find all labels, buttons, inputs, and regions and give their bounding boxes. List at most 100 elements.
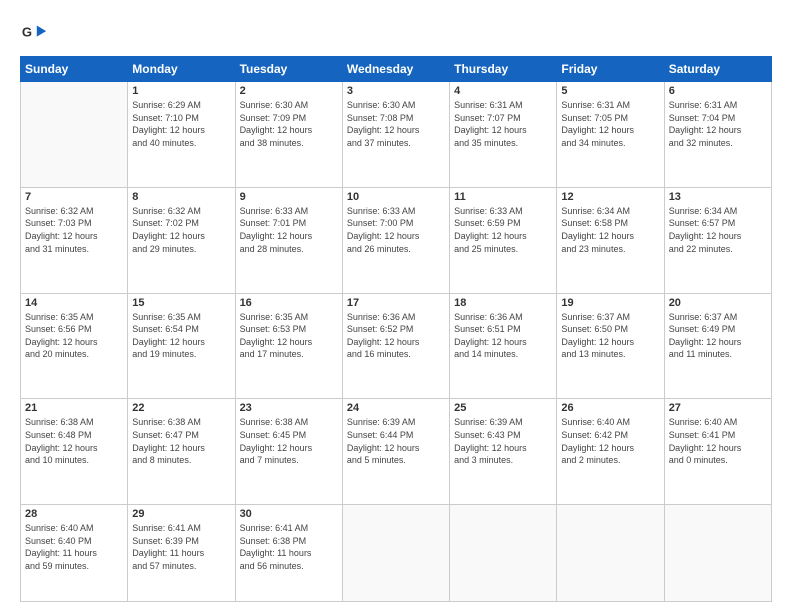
day-number: 22 — [132, 402, 230, 414]
weekday-header-sunday: Sunday — [21, 57, 128, 82]
day-info: Sunrise: 6:35 AM Sunset: 6:56 PM Dayligh… — [25, 311, 123, 361]
calendar-cell: 2Sunrise: 6:30 AM Sunset: 7:09 PM Daylig… — [235, 82, 342, 188]
day-number: 26 — [561, 402, 659, 414]
day-number: 3 — [347, 85, 445, 97]
day-number: 7 — [25, 191, 123, 203]
day-number: 9 — [240, 191, 338, 203]
calendar-cell: 30Sunrise: 6:41 AM Sunset: 6:38 PM Dayli… — [235, 505, 342, 602]
day-number: 13 — [669, 191, 767, 203]
day-info: Sunrise: 6:36 AM Sunset: 6:52 PM Dayligh… — [347, 311, 445, 361]
calendar-cell: 24 Sunrise: 6:39 AM Sunset: 6:44 PM Dayli… — [342, 399, 449, 505]
day-info: Sunrise: 6:37 AM Sunset: 6:50 PM Dayligh… — [561, 311, 659, 361]
calendar-cell: 21 Sunrise: 6:38 AM Sunset: 6:48 PM Dayli… — [21, 399, 128, 505]
day-number: 24 — [347, 402, 445, 414]
day-info: Sunrise: 6:41 AM Sunset: 6:38 PM Dayligh… — [240, 522, 338, 572]
logo: G — [20, 18, 52, 46]
day-number: 14 — [25, 297, 123, 309]
day-info: Sunrise: 6:38 AM Sunset: 6:45 PM Dayligh… — [240, 416, 338, 466]
day-info: Sunrise: 6:33 AM Sunset: 7:01 PM Dayligh… — [240, 205, 338, 255]
weekday-header-tuesday: Tuesday — [235, 57, 342, 82]
calendar-cell: 10 Sunrise: 6:33 AM Sunset: 7:00 PM Dayli… — [342, 187, 449, 293]
calendar-cell: 17 Sunrise: 6:36 AM Sunset: 6:52 PM Dayli… — [342, 293, 449, 399]
calendar-cell: 5Sunrise: 6:31 AM Sunset: 7:05 PM Daylig… — [557, 82, 664, 188]
day-info: Sunrise: 6:38 AM Sunset: 6:47 PM Dayligh… — [132, 416, 230, 466]
calendar-cell: 29 Sunrise: 6:41 AM Sunset: 6:39 PM Dayli… — [128, 505, 235, 602]
calendar-cell: 3 Sunrise: 6:30 AM Sunset: 7:08 PM Daylig… — [342, 82, 449, 188]
calendar-cell: 16 Sunrise: 6:35 AM Sunset: 6:53 PM Dayli… — [235, 293, 342, 399]
logo-icon: G — [20, 18, 48, 46]
day-number: 10 — [347, 191, 445, 203]
day-info: Sunrise: 6:36 AM Sunset: 6:51 PM Dayligh… — [454, 311, 552, 361]
day-info: Sunrise: 6:30 AM Sunset: 7:09 PM Dayligh… — [240, 99, 338, 149]
day-number: 19 — [561, 297, 659, 309]
calendar-cell: 27 Sunrise: 6:40 AM Sunset: 6:41 PM Dayli… — [664, 399, 771, 505]
day-info: Sunrise: 6:32 AM Sunset: 7:02 PM Dayligh… — [132, 205, 230, 255]
calendar-cell: 23 Sunrise: 6:38 AM Sunset: 6:45 PM Dayli… — [235, 399, 342, 505]
day-info: Sunrise: 6:41 AM Sunset: 6:39 PM Dayligh… — [132, 522, 230, 572]
calendar-cell: 9 Sunrise: 6:33 AM Sunset: 7:01 PM Daylig… — [235, 187, 342, 293]
weekday-header-wednesday: Wednesday — [342, 57, 449, 82]
calendar-cell: 25Sunrise: 6:39 AM Sunset: 6:43 PM Dayli… — [450, 399, 557, 505]
day-number: 1 — [132, 85, 230, 97]
calendar-table: SundayMondayTuesdayWednesdayThursdayFrid… — [20, 56, 772, 602]
day-number: 6 — [669, 85, 767, 97]
weekday-header-saturday: Saturday — [664, 57, 771, 82]
day-info: Sunrise: 6:37 AM Sunset: 6:49 PM Dayligh… — [669, 311, 767, 361]
day-info: Sunrise: 6:33 AM Sunset: 6:59 PM Dayligh… — [454, 205, 552, 255]
day-info: Sunrise: 6:40 AM Sunset: 6:42 PM Dayligh… — [561, 416, 659, 466]
calendar-cell: 12Sunrise: 6:34 AM Sunset: 6:58 PM Dayli… — [557, 187, 664, 293]
day-info: Sunrise: 6:35 AM Sunset: 6:53 PM Dayligh… — [240, 311, 338, 361]
weekday-header-monday: Monday — [128, 57, 235, 82]
calendar-cell: 20Sunrise: 6:37 AM Sunset: 6:49 PM Dayli… — [664, 293, 771, 399]
day-number: 18 — [454, 297, 552, 309]
day-info: Sunrise: 6:35 AM Sunset: 6:54 PM Dayligh… — [132, 311, 230, 361]
day-info: Sunrise: 6:40 AM Sunset: 6:41 PM Dayligh… — [669, 416, 767, 466]
day-info: Sunrise: 6:32 AM Sunset: 7:03 PM Dayligh… — [25, 205, 123, 255]
day-info: Sunrise: 6:40 AM Sunset: 6:40 PM Dayligh… — [25, 522, 123, 572]
day-number: 29 — [132, 508, 230, 520]
calendar-cell: 18 Sunrise: 6:36 AM Sunset: 6:51 PM Dayli… — [450, 293, 557, 399]
day-info: Sunrise: 6:39 AM Sunset: 6:43 PM Dayligh… — [454, 416, 552, 466]
week-row-3: 21 Sunrise: 6:38 AM Sunset: 6:48 PM Dayli… — [21, 399, 772, 505]
week-row-2: 14 Sunrise: 6:35 AM Sunset: 6:56 PM Dayli… — [21, 293, 772, 399]
page: G SundayMondayTuesdayWednesdayThursdayFr… — [0, 0, 792, 612]
day-number: 21 — [25, 402, 123, 414]
day-number: 12 — [561, 191, 659, 203]
calendar-cell: 19 Sunrise: 6:37 AM Sunset: 6:50 PM Dayli… — [557, 293, 664, 399]
day-info: Sunrise: 6:29 AM Sunset: 7:10 PM Dayligh… — [132, 99, 230, 149]
day-info: Sunrise: 6:33 AM Sunset: 7:00 PM Dayligh… — [347, 205, 445, 255]
calendar-cell: 15 Sunrise: 6:35 AM Sunset: 6:54 PM Dayli… — [128, 293, 235, 399]
calendar-cell: 1 Sunrise: 6:29 AM Sunset: 7:10 PM Daylig… — [128, 82, 235, 188]
day-number: 15 — [132, 297, 230, 309]
weekday-header-friday: Friday — [557, 57, 664, 82]
calendar-cell: 11 Sunrise: 6:33 AM Sunset: 6:59 PM Dayli… — [450, 187, 557, 293]
week-row-1: 7 Sunrise: 6:32 AM Sunset: 7:03 PM Daylig… — [21, 187, 772, 293]
day-info: Sunrise: 6:31 AM Sunset: 7:05 PM Dayligh… — [561, 99, 659, 149]
day-number: 4 — [454, 85, 552, 97]
svg-text:G: G — [22, 25, 32, 40]
day-number: 16 — [240, 297, 338, 309]
calendar-cell: 7 Sunrise: 6:32 AM Sunset: 7:03 PM Daylig… — [21, 187, 128, 293]
day-info: Sunrise: 6:38 AM Sunset: 6:48 PM Dayligh… — [25, 416, 123, 466]
day-number: 28 — [25, 508, 123, 520]
day-info: Sunrise: 6:30 AM Sunset: 7:08 PM Dayligh… — [347, 99, 445, 149]
calendar-cell — [450, 505, 557, 602]
week-row-4: 28 Sunrise: 6:40 AM Sunset: 6:40 PM Dayli… — [21, 505, 772, 602]
weekday-header-thursday: Thursday — [450, 57, 557, 82]
day-number: 23 — [240, 402, 338, 414]
day-number: 11 — [454, 191, 552, 203]
calendar-cell: 8Sunrise: 6:32 AM Sunset: 7:02 PM Daylig… — [128, 187, 235, 293]
day-info: Sunrise: 6:34 AM Sunset: 6:57 PM Dayligh… — [669, 205, 767, 255]
day-number: 17 — [347, 297, 445, 309]
calendar-cell: 4 Sunrise: 6:31 AM Sunset: 7:07 PM Daylig… — [450, 82, 557, 188]
day-info: Sunrise: 6:31 AM Sunset: 7:07 PM Dayligh… — [454, 99, 552, 149]
calendar-cell: 6Sunrise: 6:31 AM Sunset: 7:04 PM Daylig… — [664, 82, 771, 188]
day-number: 27 — [669, 402, 767, 414]
calendar-cell — [342, 505, 449, 602]
weekday-header-row: SundayMondayTuesdayWednesdayThursdayFrid… — [21, 57, 772, 82]
calendar-cell — [21, 82, 128, 188]
calendar-cell: 28 Sunrise: 6:40 AM Sunset: 6:40 PM Dayli… — [21, 505, 128, 602]
day-info: Sunrise: 6:39 AM Sunset: 6:44 PM Dayligh… — [347, 416, 445, 466]
calendar-cell — [664, 505, 771, 602]
week-row-0: 1 Sunrise: 6:29 AM Sunset: 7:10 PM Daylig… — [21, 82, 772, 188]
